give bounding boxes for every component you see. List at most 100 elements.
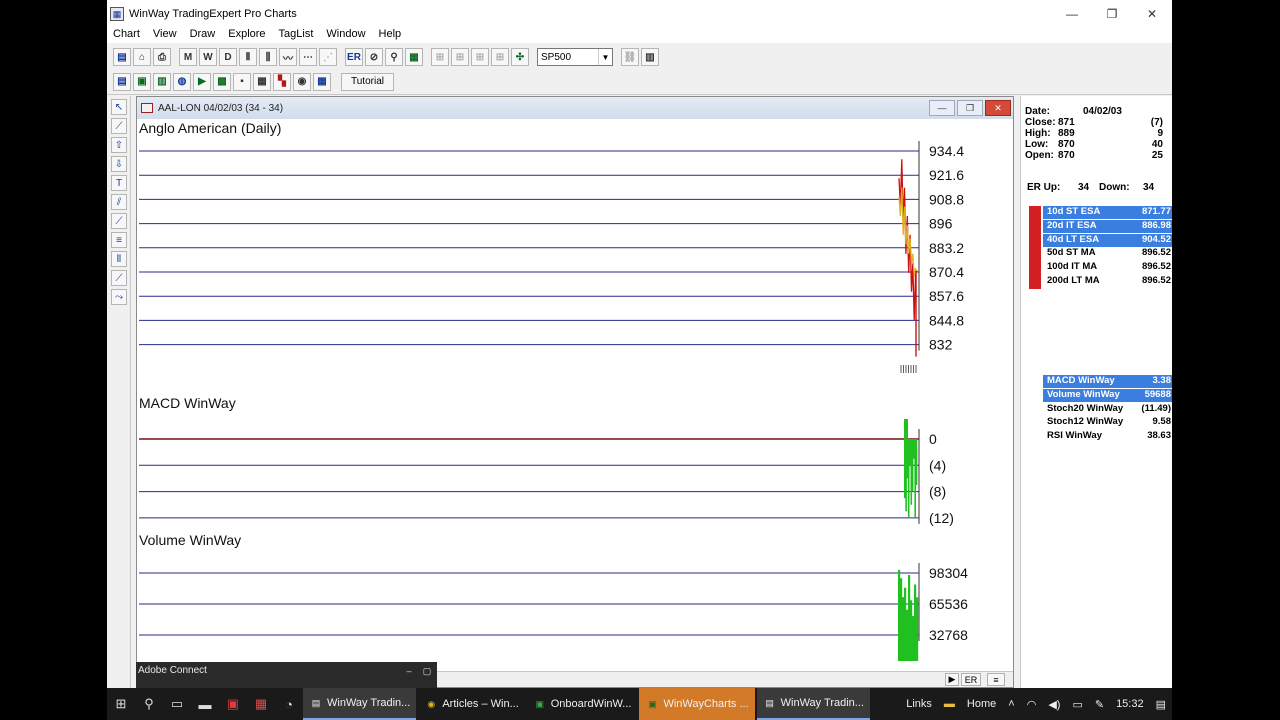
arrow-up-icon[interactable]: ⇧ — [111, 137, 127, 153]
fibonacci-icon[interactable]: ≡ — [111, 232, 127, 248]
taskbar-app-winwaycharts[interactable]: ▣ WinWayCharts ... — [639, 688, 755, 720]
pen-icon[interactable]: ✎ — [1095, 698, 1104, 711]
menu-window[interactable]: Window — [326, 28, 365, 40]
average-row[interactable]: 200d LT MA 896.52 — [1043, 275, 1172, 288]
color-grid-icon[interactable]: ▚ — [273, 72, 291, 91]
menu-taglist[interactable]: TagList — [279, 28, 314, 40]
symbol-select[interactable]: SP500 ▼ — [537, 48, 613, 66]
group-icon-4[interactable]: ⊞ — [491, 48, 509, 66]
arrow-down-icon[interactable]: ⇩ — [111, 156, 127, 172]
home-link[interactable]: Home — [967, 698, 996, 710]
group-icon-1[interactable]: ⊞ — [431, 48, 449, 66]
camera-icon[interactable]: ◉ — [293, 72, 311, 91]
line-chart-icon[interactable]: 〰 — [279, 48, 297, 66]
point-figure-icon[interactable]: ⋯ — [299, 48, 317, 66]
menu-draw[interactable]: Draw — [190, 28, 216, 40]
clock[interactable]: 15:32 — [1116, 698, 1144, 710]
notification-icon[interactable]: ▤ — [1156, 698, 1166, 711]
app-red-icon[interactable]: ▣ — [219, 688, 247, 720]
volume-icon[interactable]: ◀) — [1048, 698, 1060, 711]
bank-icon[interactable]: ⌂ — [133, 48, 151, 66]
tutorial-button[interactable]: Tutorial — [341, 72, 394, 91]
pointer-icon[interactable]: ↖ — [111, 99, 127, 115]
close-button[interactable]: ✕ — [1132, 0, 1172, 28]
average-row[interactable]: 100d IT MA 896.52 — [1043, 261, 1172, 274]
eraser-icon[interactable]: ⤳ — [111, 289, 127, 305]
taskbar-app-chrome[interactable]: ◉ Articles – Win... — [418, 688, 524, 720]
chart-minimize-button[interactable]: — — [929, 100, 955, 116]
new-chart-icon[interactable]: ▤ — [113, 72, 131, 91]
average-row[interactable]: 20d IT ESA 886.98 — [1043, 219, 1172, 233]
minimize-button[interactable]: — — [1052, 0, 1092, 28]
layout-icon[interactable]: ▥ — [641, 48, 659, 66]
network-icon[interactable]: ◠ — [1027, 698, 1037, 711]
bar-chart-icon[interactable]: ⫴ — [239, 48, 257, 66]
indicator-row[interactable]: Stoch12 WinWay 9.58 — [1043, 416, 1172, 429]
average-row[interactable]: 10d ST ESA 871.77 — [1043, 206, 1172, 219]
drawing-tools: ↖ ⟋ ⇧ ⇩ T ⫽ ⟋ ≡ ⦀ ⟋ ⤳ — [107, 96, 131, 688]
group-icon-2[interactable]: ⊞ — [451, 48, 469, 66]
text-icon[interactable]: T — [111, 175, 127, 191]
taskbar-app-excel[interactable]: ▣ OnboardWinW... — [527, 688, 638, 720]
average-row[interactable]: 40d LT ESA 904.52 — [1043, 233, 1172, 247]
indicator-row[interactable]: RSI WinWay 38.63 — [1043, 430, 1172, 443]
chart-icon[interactable]: ▤ — [113, 48, 131, 66]
excel-icon-2: ▣ — [648, 698, 657, 709]
daily-button[interactable]: D — [219, 48, 237, 66]
chart-maximize-button[interactable]: ❐ — [957, 100, 983, 116]
menu-help[interactable]: Help — [379, 28, 402, 40]
file-explorer-icon[interactable]: ▬ — [191, 688, 219, 720]
save-icon[interactable]: ▥ — [153, 72, 171, 91]
er-button[interactable]: ER — [345, 48, 363, 66]
app-calendar-icon[interactable]: ▦ — [247, 688, 275, 720]
candle-chart-icon[interactable]: ⫼ — [259, 48, 277, 66]
group-icon-3[interactable]: ⊞ — [471, 48, 489, 66]
menu-chart[interactable]: Chart — [113, 28, 140, 40]
cycle-icon[interactable]: ⦀ — [111, 251, 127, 267]
monthly-button[interactable]: M — [179, 48, 197, 66]
open-icon[interactable]: ▣ — [133, 72, 151, 91]
adobe-restore-button[interactable]: ▢ — [421, 665, 433, 677]
fan-icon[interactable]: ⟋ — [111, 213, 127, 229]
globe-icon[interactable]: ◍ — [173, 72, 191, 91]
er-toggle-button[interactable]: ER — [961, 673, 981, 686]
indicator-row[interactable]: MACD WinWay 3.38 — [1043, 375, 1172, 388]
task-view-icon[interactable]: ▭ — [163, 688, 191, 720]
chart-area[interactable]: Anglo American (Daily) 934.4 921.6 908.8 896… — [137, 119, 1013, 671]
taskbar-app-winway-2[interactable]: ▤ WinWay Tradin... — [756, 688, 870, 720]
maximize-button[interactable]: ❐ — [1092, 0, 1132, 28]
links-toolbar[interactable]: Links — [906, 698, 932, 710]
taskbar-app-winway-1[interactable]: ▤ WinWay Tradin... — [303, 688, 417, 720]
weekly-button[interactable]: W — [199, 48, 217, 66]
start-icon[interactable]: ⊞ — [107, 688, 135, 720]
indicator-row[interactable]: Stoch20 WinWay (11.49) — [1043, 403, 1172, 416]
adobe-minimize-button[interactable]: – — [403, 665, 415, 677]
play-icon[interactable]: ▶ — [193, 72, 211, 91]
chevron-up-icon[interactable]: ˄ — [1008, 698, 1014, 710]
list-icon[interactable]: ≡ — [987, 673, 1005, 686]
chart-close-button[interactable]: ✕ — [985, 100, 1011, 116]
grid-icon[interactable]: ▦ — [405, 48, 423, 66]
compass-icon[interactable]: ⊘ — [365, 48, 383, 66]
menu-view[interactable]: View — [153, 28, 177, 40]
app-tool-icon[interactable]: ◔ — [275, 688, 303, 720]
film-icon[interactable]: ▪ — [233, 72, 251, 91]
scroll-right-icon[interactable]: ▶ — [945, 673, 959, 686]
channel-icon[interactable]: ⫽ — [111, 194, 127, 210]
menu-explore[interactable]: Explore — [228, 28, 265, 40]
search-icon[interactable]: ⚲ — [135, 688, 163, 720]
zoom-icon[interactable]: ⋰ — [319, 48, 337, 66]
calendar-icon[interactable]: ▦ — [313, 72, 331, 91]
indicator-row[interactable]: Volume WinWay 59688 — [1043, 388, 1172, 402]
calculator-icon[interactable]: ▦ — [253, 72, 271, 91]
print-icon[interactable]: ⎙ — [153, 48, 171, 66]
indicator-value: 59688 — [1144, 388, 1171, 400]
group-icon-5[interactable]: ✣ — [511, 48, 529, 66]
battery-icon[interactable]: ▭ — [1072, 698, 1082, 711]
regression-icon[interactable]: ⟋ — [111, 270, 127, 286]
link-icon[interactable]: ⛓ — [621, 48, 639, 66]
search-icon[interactable]: ⚲ — [385, 48, 403, 66]
portfolio-icon[interactable]: ▩ — [213, 72, 231, 91]
trendline-icon[interactable]: ⟋ — [111, 118, 127, 134]
average-row[interactable]: 50d ST MA 896.52 — [1043, 247, 1172, 260]
